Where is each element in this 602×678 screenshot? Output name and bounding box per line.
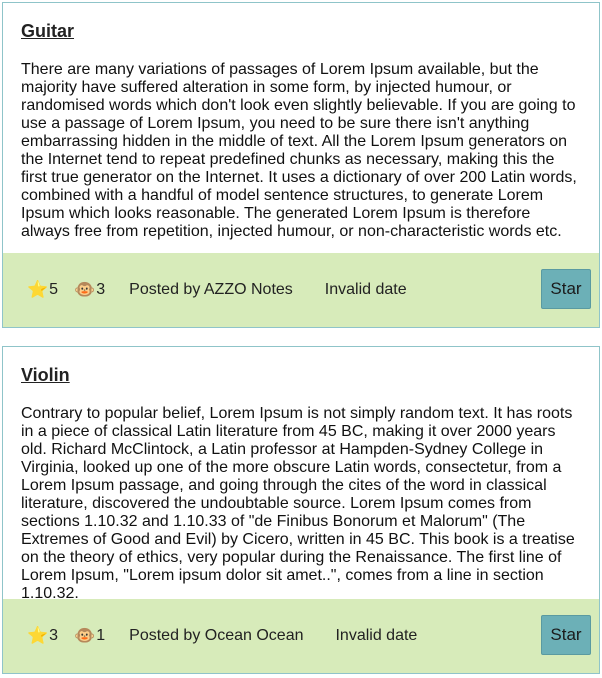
post-date: Invalid date bbox=[335, 627, 418, 644]
star-count-value: 3 bbox=[49, 627, 59, 644]
star-count: ⭐ 3 bbox=[27, 627, 58, 645]
post-date: Invalid date bbox=[324, 281, 407, 298]
star-count-value: 5 bbox=[49, 281, 59, 298]
monkey-icon: 🐵 bbox=[74, 280, 96, 299]
post-footer: ⭐ 5 🐵 3 Posted by AZZO Notes Invalid dat… bbox=[3, 253, 599, 327]
post-card: Violin Contrary to popular belief, Lorem… bbox=[2, 346, 600, 674]
monkey-count: 🐵 1 bbox=[74, 627, 105, 645]
post-body: Violin Contrary to popular belief, Lorem… bbox=[3, 347, 599, 603]
post-text: Contrary to popular belief, Lorem Ipsum … bbox=[21, 405, 575, 602]
monkey-count-value: 3 bbox=[96, 281, 106, 298]
star-icon: ⭐ bbox=[27, 280, 49, 299]
monkey-count: 🐵 3 bbox=[74, 281, 105, 299]
star-button[interactable]: Star bbox=[541, 615, 591, 655]
star-icon: ⭐ bbox=[27, 626, 49, 645]
post-footer: ⭐ 3 🐵 1 Posted by Ocean Ocean Invalid da… bbox=[3, 599, 599, 673]
post-author: Posted by Ocean Ocean bbox=[129, 627, 304, 644]
post-author: Posted by AZZO Notes bbox=[129, 281, 293, 298]
post-text: There are many variations of passages of… bbox=[21, 61, 577, 240]
post-body: Guitar There are many variations of pass… bbox=[3, 3, 599, 241]
monkey-icon: 🐵 bbox=[74, 626, 96, 645]
post-title: Guitar bbox=[21, 21, 75, 41]
star-count: ⭐ 5 bbox=[27, 281, 58, 299]
post-title: Violin bbox=[21, 365, 70, 385]
post-feed: Guitar There are many variations of pass… bbox=[0, 0, 602, 678]
star-button[interactable]: Star bbox=[541, 269, 591, 309]
monkey-count-value: 1 bbox=[96, 627, 106, 644]
post-card: Guitar There are many variations of pass… bbox=[2, 2, 600, 328]
